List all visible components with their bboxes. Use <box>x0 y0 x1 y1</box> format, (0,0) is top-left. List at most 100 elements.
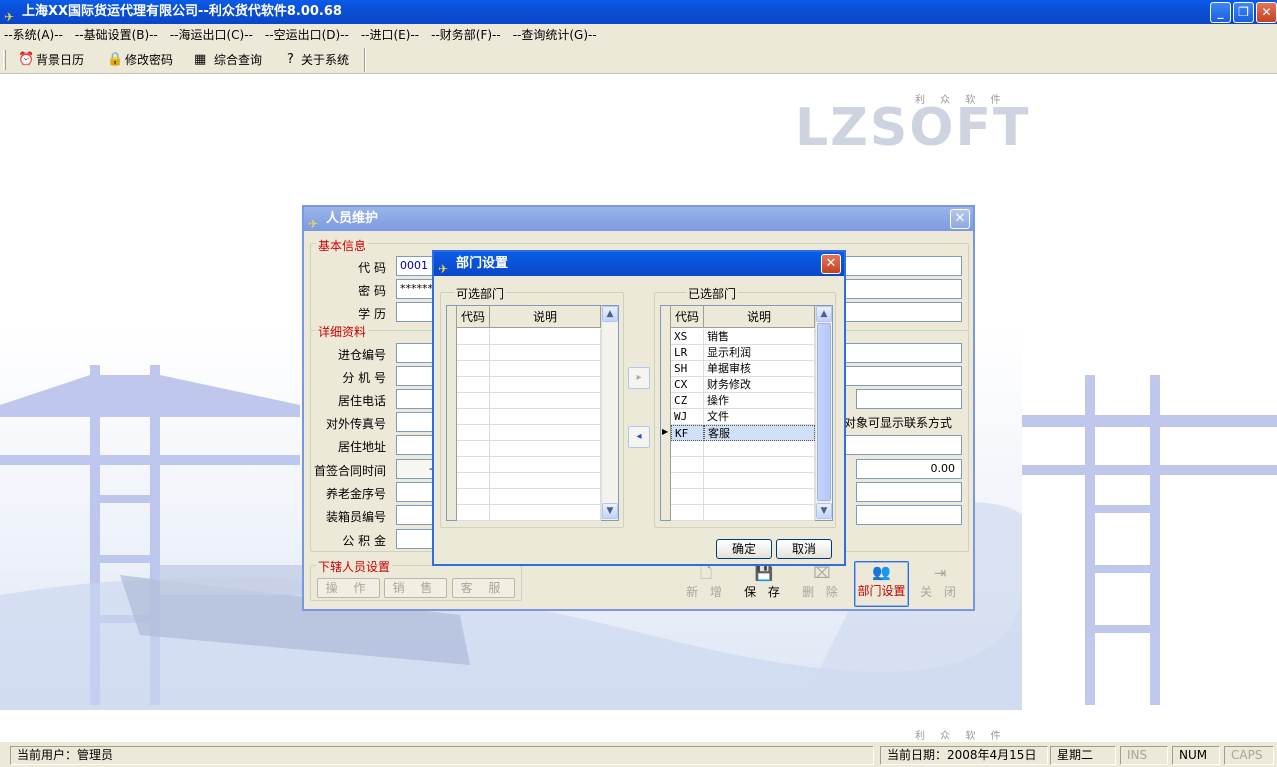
sub-sales-button[interactable]: 销 售 <box>384 578 447 598</box>
row-desc: 单据审核 <box>704 361 815 377</box>
new-doc-icon: 🗋 <box>699 564 713 582</box>
table-row[interactable] <box>661 505 815 521</box>
grid-cell[interactable] <box>490 473 601 489</box>
about-button[interactable]: ? 关于系统 <box>287 51 349 69</box>
menu-query-stats[interactable]: --查询统计(G)-- <box>513 24 597 46</box>
table-row[interactable]: CZ 操作 <box>661 393 815 409</box>
grid-cell[interactable] <box>457 441 490 457</box>
row-desc <box>704 473 815 489</box>
grid-cell[interactable] <box>490 393 601 409</box>
available-grid[interactable]: 代码 说明 ▲ ▼ <box>446 305 619 521</box>
menu-basic-settings[interactable]: --基础设置(B)-- <box>75 24 158 46</box>
grid-cell[interactable] <box>457 409 490 425</box>
personnel-window-title-bar[interactable]: ✈ 人员维护 ✕ <box>304 207 973 231</box>
table-row[interactable] <box>661 441 815 457</box>
grid-cell[interactable] <box>490 377 601 393</box>
right-field-6[interactable] <box>856 389 962 409</box>
table-row[interactable]: LR 显示利润 <box>661 345 815 361</box>
right-field-3[interactable] <box>844 302 962 322</box>
move-right-button[interactable]: ▸ <box>628 367 650 389</box>
toolbar-separator <box>364 48 366 72</box>
status-user: 当前用户：管理员 <box>10 746 874 765</box>
selected-grid[interactable]: 代码 说明 XS 销售 LR 显示利润 SH 单据审核 CX 财务修改 CZ 操作 WJ 文件 ▶ KF 客… <box>660 305 833 521</box>
cancel-button[interactable]: 取消 <box>776 539 832 559</box>
scroll-thumb[interactable] <box>817 323 831 501</box>
calendar-button[interactable]: ⏰ 背景日历 <box>18 51 84 69</box>
grid-cell[interactable] <box>490 505 601 521</box>
menu-finance[interactable]: --财务部(F)-- <box>431 24 501 46</box>
available-label: 可选部门 <box>454 285 507 302</box>
table-row[interactable] <box>661 473 815 489</box>
right-field-4[interactable] <box>844 343 962 363</box>
grid-cell[interactable] <box>457 393 490 409</box>
change-password-button[interactable]: 🔒 修改密码 <box>107 51 173 69</box>
close-button[interactable]: ✕ <box>1256 2 1277 23</box>
grid-cell[interactable] <box>457 425 490 441</box>
scroll-down-icon[interactable]: ▼ <box>602 503 618 519</box>
table-row[interactable] <box>661 457 815 473</box>
dept-close-button[interactable]: ✕ <box>821 254 841 274</box>
basic-info-label: 基本信息 <box>316 237 369 254</box>
grid-cell[interactable] <box>457 345 490 361</box>
move-left-button[interactable]: ◂ <box>628 426 650 448</box>
ok-button[interactable]: 确定 <box>716 539 772 559</box>
table-row[interactable]: SH 单据审核 <box>661 361 815 377</box>
restore-button[interactable]: ❐ <box>1233 2 1254 23</box>
right-field-9[interactable] <box>856 505 962 525</box>
grid-cell[interactable] <box>457 489 490 505</box>
grid-cell[interactable] <box>457 361 490 377</box>
toolbar-grip[interactable] <box>3 50 6 70</box>
grid-cell[interactable] <box>457 329 490 345</box>
table-row[interactable]: XS 销售 <box>661 329 815 345</box>
right-field-5[interactable] <box>844 366 962 386</box>
dept-dialog-title-bar[interactable]: ✈ 部门设置 ✕ <box>434 252 844 276</box>
scroll-up-icon[interactable]: ▲ <box>816 306 832 322</box>
grid-cell[interactable] <box>457 457 490 473</box>
grid-cell[interactable] <box>490 489 601 505</box>
table-row[interactable] <box>661 489 815 505</box>
table-row[interactable]: CX 财务修改 <box>661 377 815 393</box>
scroll-up-icon[interactable]: ▲ <box>602 306 618 322</box>
personnel-window-title: 人员维护 <box>326 211 379 226</box>
amount-field[interactable]: 0.00 <box>856 459 962 479</box>
sub-service-button[interactable]: 客 服 <box>452 578 515 598</box>
right-field-7[interactable] <box>844 435 962 455</box>
personnel-close-button[interactable]: ✕ <box>950 209 970 229</box>
grid-cell[interactable] <box>490 409 601 425</box>
grid-cell[interactable] <box>457 377 490 393</box>
menu-system[interactable]: --系统(A)-- <box>4 24 63 46</box>
table-row[interactable]: ▶ KF 客服 <box>661 425 815 441</box>
grid-cell[interactable] <box>457 473 490 489</box>
right-field-2[interactable] <box>844 279 962 299</box>
close-window-button[interactable]: ⇥ 关 闭 <box>914 563 966 605</box>
save-button[interactable]: 💾 保 存 <box>738 563 790 605</box>
minimize-button[interactable]: _ <box>1210 2 1231 23</box>
grid-cell[interactable] <box>490 329 601 345</box>
grid-cell[interactable] <box>490 441 601 457</box>
delete-icon: ⌧ <box>813 564 831 582</box>
grid-cell[interactable] <box>490 345 601 361</box>
selected-col-code[interactable]: 代码 <box>671 306 704 328</box>
general-query-button[interactable]: ▦ 综合查询 <box>194 51 262 69</box>
menu-sea-export[interactable]: --海运出口(C)-- <box>170 24 253 46</box>
sub-operation-button[interactable]: 操 作 <box>317 578 380 598</box>
grid-cell[interactable] <box>457 505 490 521</box>
selected-col-desc[interactable]: 说明 <box>704 306 815 328</box>
grid-cell[interactable] <box>490 361 601 377</box>
selected-scrollbar[interactable]: ▲ ▼ <box>815 306 832 520</box>
dept-settings-button[interactable]: 👥 部门设置 <box>854 561 909 607</box>
delete-button[interactable]: ⌧ 删 除 <box>796 563 848 605</box>
new-button[interactable]: 🗋 新 增 <box>680 563 732 605</box>
menu-air-export[interactable]: --空运出口(D)-- <box>265 24 349 46</box>
available-scrollbar[interactable]: ▲ ▼ <box>601 306 618 520</box>
grid-cell[interactable] <box>490 425 601 441</box>
grid-cell[interactable] <box>490 457 601 473</box>
scroll-down-icon[interactable]: ▼ <box>816 503 832 519</box>
available-col-desc[interactable]: 说明 <box>490 306 601 328</box>
row-desc <box>704 489 815 505</box>
menu-import[interactable]: --进口(E)-- <box>361 24 419 46</box>
right-field-8[interactable] <box>856 482 962 502</box>
table-row[interactable]: WJ 文件 <box>661 409 815 425</box>
right-field-1[interactable] <box>844 256 962 276</box>
available-col-code[interactable]: 代码 <box>457 306 490 328</box>
